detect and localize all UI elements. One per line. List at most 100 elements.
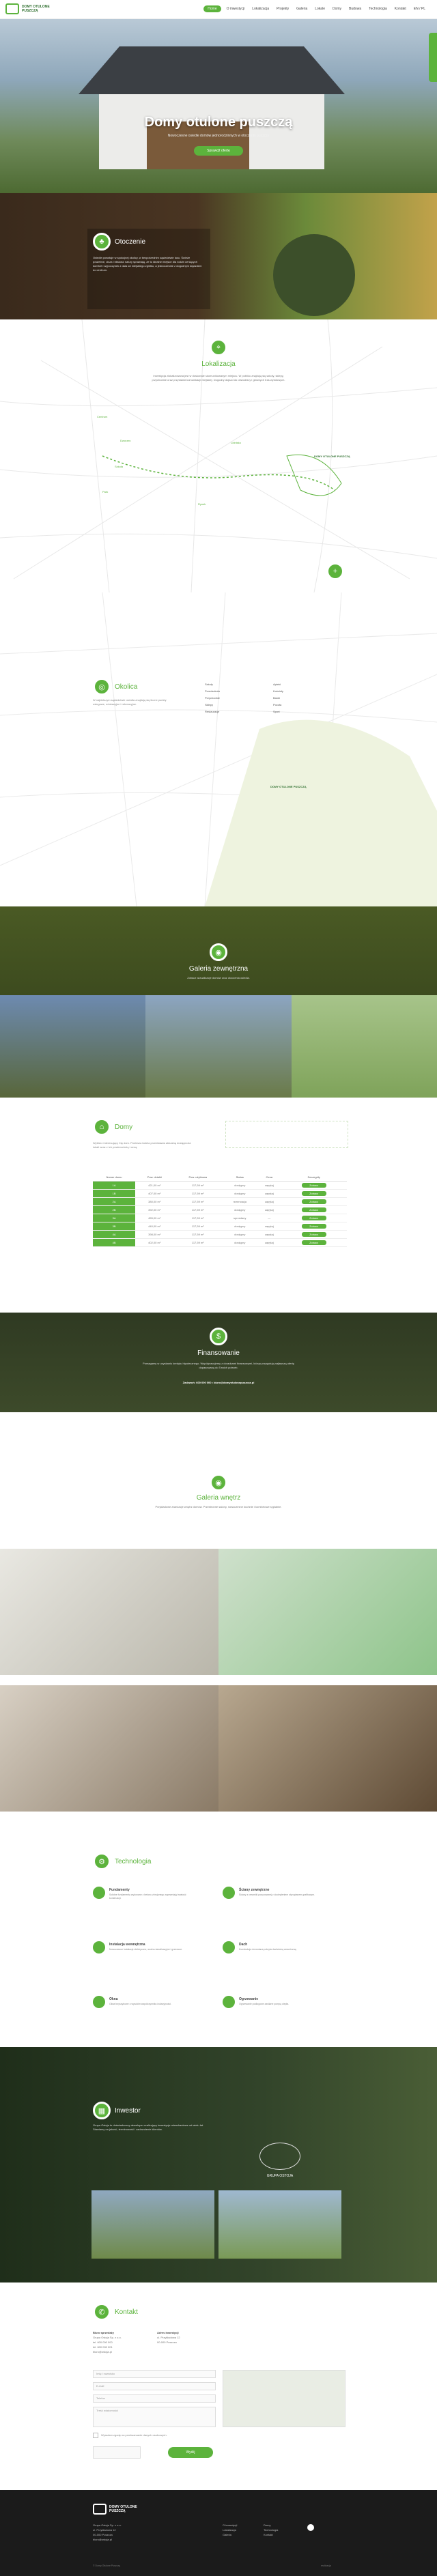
site-plan[interactable]	[225, 1121, 348, 1148]
footer-link[interactable]: Domy	[264, 2523, 278, 2528]
details-button[interactable]: Zobacz	[301, 1207, 326, 1212]
nav-galeria[interactable]: Galeria	[294, 5, 309, 12]
surroundings-title: Otoczenie	[115, 238, 146, 246]
table-cell[interactable]: Zobacz	[281, 1222, 347, 1231]
legend-item[interactable]: Sport	[273, 709, 355, 715]
facebook-icon[interactable]	[307, 2524, 314, 2531]
gallery-image[interactable]	[218, 1685, 437, 1812]
table-row[interactable]: 2A 380,00 m² 117,59 m² rezerwacja zapytaj Zob…	[93, 1197, 347, 1206]
table-row[interactable]: 2B 392,00 m² 117,59 m² dostępny zapytaj Zobac…	[93, 1205, 347, 1214]
tech-item-title: Dach	[239, 1943, 248, 1947]
footer-line[interactable]: biuro@ostoja.pl	[93, 2537, 122, 2542]
nav-language[interactable]: EN / PL	[412, 5, 427, 12]
table-cell[interactable]: Zobacz	[281, 1214, 347, 1222]
logo-line-2: PUSZCZĄ	[22, 9, 38, 13]
gallery-image[interactable]	[145, 995, 292, 1098]
consent-checkbox[interactable]	[93, 2433, 98, 2438]
map-zoom-icon[interactable]: +	[326, 562, 344, 580]
technology-section: ⚙ Technologia Fundamenty Solidne fundamen…	[0, 1812, 437, 2047]
investor-text: Grupa Ostoja to doświadczony deweloper r…	[93, 2123, 204, 2131]
map-marker-2[interactable]: Dworzec	[120, 439, 131, 442]
map-marker-3[interactable]: Lotnisko	[231, 441, 241, 444]
nav-lokale[interactable]: Lokale	[313, 5, 327, 12]
message-field[interactable]: Treść wiadomości	[93, 2407, 216, 2427]
map-marker-4[interactable]: Szkoła	[115, 465, 123, 468]
table-row[interactable]: 4B 402,00 m² 117,59 m² dostępny zapytaj Zobac…	[93, 1238, 347, 1247]
table-cell[interactable]: Zobacz	[281, 1238, 347, 1247]
table-row[interactable]: 3B 440,00 m² 117,59 m² dostępny zapytaj Zobac…	[93, 1222, 347, 1231]
sales-office-line[interactable]: biuro@ostoja.pl	[93, 2349, 154, 2354]
table-cell: dostępny	[222, 1230, 258, 1239]
nav-budowa[interactable]: Budowa	[347, 5, 363, 12]
table-row[interactable]: 1A 421,00 m² 117,59 m² dostępny zapytaj Zobac…	[93, 1181, 347, 1190]
details-button[interactable]: Zobacz	[301, 1190, 326, 1196]
table-row[interactable]: 1B 407,00 m² 117,59 m² dostępny zapytaj Zobac…	[93, 1189, 347, 1198]
gallery-image[interactable]	[0, 1685, 218, 1812]
email-field[interactable]: E-mail	[93, 2382, 216, 2390]
gallery-image[interactable]	[291, 995, 437, 1098]
nav-kontakt[interactable]: Kontakt	[393, 5, 408, 12]
nav-lokalizacja[interactable]: Lokalizacja	[250, 5, 271, 12]
map-marker-1[interactable]: Centrum	[97, 415, 107, 418]
side-contact-tab[interactable]	[429, 33, 437, 82]
neighbourhood-map[interactable]	[0, 592, 437, 906]
gallery-image[interactable]	[0, 995, 146, 1098]
phone-field[interactable]: Telefon	[93, 2394, 216, 2403]
details-button[interactable]: Zobacz	[301, 1240, 326, 1245]
details-button[interactable]: Zobacz	[301, 1182, 326, 1188]
nav-home[interactable]: Home	[203, 5, 221, 12]
legend-item[interactable]: Kościoły	[273, 688, 355, 695]
footer-address: Grupa Ostoja Sp. z o.o. ul. Przykładowa …	[93, 2523, 122, 2542]
table-cell: 3B	[93, 1222, 136, 1231]
sales-office-line[interactable]: tel. 600 000 000	[93, 2340, 154, 2345]
contact-map[interactable]	[223, 2370, 346, 2427]
interior-gallery-title: Galeria wnętrz	[196, 1494, 241, 1502]
sales-office-line[interactable]: tel. 600 000 001	[93, 2345, 154, 2349]
footer-logo[interactable]: DOMY OTULONE PUSZCZĄ	[93, 2504, 141, 2515]
site-logo[interactable]: DOMY OTULONE PUSZCZĄ	[5, 3, 53, 14]
send-button[interactable]: Wyślij	[168, 2447, 213, 2458]
table-cell[interactable]: Zobacz	[281, 1197, 347, 1206]
tech-item: Ogrzewanie Ogrzewanie podłogowe zasilane …	[223, 1996, 325, 2037]
tech-item-title: Fundamenty	[109, 1888, 130, 1892]
footer-link[interactable]: Lokalizacja	[223, 2528, 237, 2532]
footer-link[interactable]: O inwestycji	[223, 2523, 237, 2528]
nav-domy[interactable]: Domy	[330, 5, 343, 12]
tech-item-text: Ściany z ceramiki poryzowanej z docieple…	[239, 1893, 315, 1896]
footer-link[interactable]: Technologia	[264, 2528, 278, 2532]
footer-link[interactable]: Kontakt	[264, 2532, 278, 2537]
map-marker-5[interactable]: Rynek	[198, 502, 206, 506]
gallery-image[interactable]	[0, 1549, 218, 1675]
table-cell: zapytaj	[257, 1189, 281, 1198]
name-field[interactable]: Imię i nazwisko	[93, 2370, 216, 2378]
details-button[interactable]: Zobacz	[301, 1223, 326, 1229]
captcha-box[interactable]	[93, 2446, 141, 2459]
legend-item[interactable]: Banki	[273, 695, 355, 702]
table-row[interactable]: 3A 455,00 m² 117,59 m² sprzedany — Zobacz	[93, 1214, 347, 1222]
nav-o-inwestycji[interactable]: O inwestycji	[225, 5, 247, 12]
investment-photo[interactable]	[218, 2190, 341, 2259]
table-row[interactable]: 4A 398,00 m² 117,59 m² dostępny zapytaj Zobac…	[93, 1230, 347, 1239]
nav-technologia[interactable]: Technologia	[367, 5, 389, 12]
legend-item[interactable]: Apteki	[273, 681, 355, 688]
map-icon: ◎	[93, 678, 111, 696]
table-cell[interactable]: Zobacz	[281, 1230, 347, 1239]
table-cell[interactable]: Zobacz	[281, 1189, 347, 1198]
details-button[interactable]: Zobacz	[301, 1215, 326, 1220]
legend-item[interactable]: Poczta	[273, 702, 355, 709]
investment-photo[interactable]	[91, 2190, 214, 2259]
details-button[interactable]: Zobacz	[301, 1199, 326, 1204]
map-marker-6[interactable]: Park	[102, 490, 108, 493]
footer-link[interactable]: Galeria	[223, 2532, 237, 2537]
nav-projekty[interactable]: Projekty	[274, 5, 291, 12]
site-header: DOMY OTULONE PUSZCZĄ Home O inwestycji L…	[0, 0, 437, 19]
camera-icon: ◉	[210, 943, 227, 961]
hero-cta-button[interactable]: Sprawdź ofertę	[194, 146, 243, 156]
details-button[interactable]: Zobacz	[301, 1231, 326, 1237]
table-cell[interactable]: Zobacz	[281, 1205, 347, 1214]
gallery-image[interactable]	[218, 1549, 437, 1675]
map-destination-label-2: DOMY OTULONE PUSZCZĄ	[270, 785, 307, 788]
table-cell[interactable]: Zobacz	[281, 1181, 347, 1190]
table-cell: —	[257, 1214, 281, 1222]
footer-credit[interactable]: realizacja	[321, 2564, 331, 2568]
